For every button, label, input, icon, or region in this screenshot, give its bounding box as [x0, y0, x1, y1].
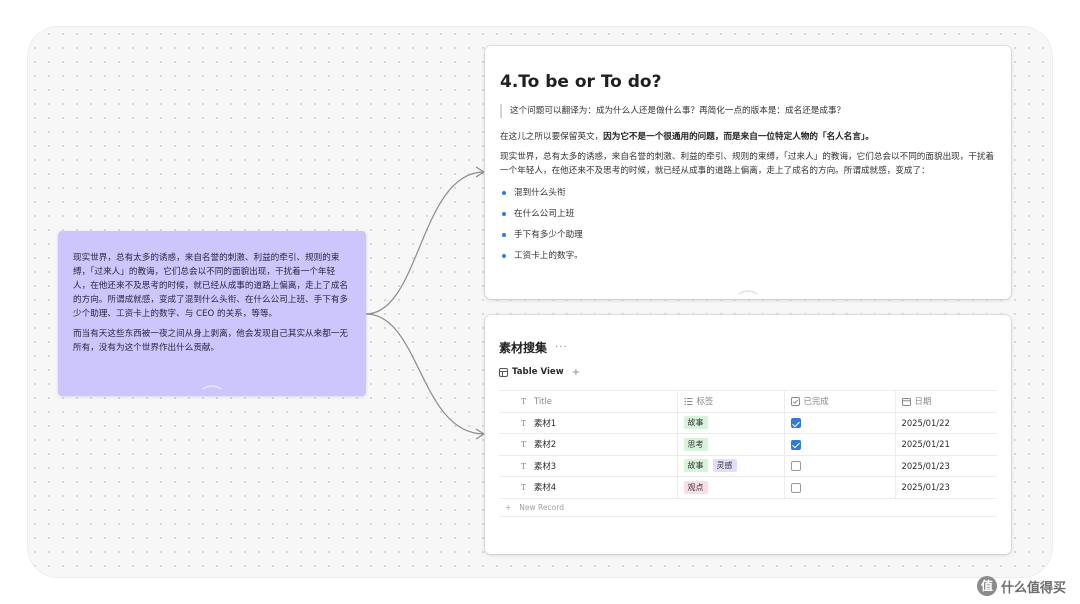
chevron-up-icon[interactable]	[738, 289, 758, 295]
new-record-label: New Record	[519, 502, 564, 512]
done-checkbox[interactable]	[790, 439, 801, 450]
table-row[interactable]: T 素材1 故事 2025/01/22	[499, 412, 997, 434]
column-header-tags[interactable]: 标签	[676, 390, 784, 413]
new-record-button[interactable]: + New Record	[499, 499, 997, 517]
column-header-title-label: Title	[534, 396, 552, 407]
done-checkbox[interactable]	[790, 461, 801, 471]
column-header-date[interactable]: 日期	[894, 390, 997, 413]
row-title[interactable]: 素材3	[534, 461, 556, 471]
watermark-text: 什么值得买	[1000, 580, 1066, 596]
text-icon: T	[520, 418, 527, 428]
database-title: 素材搜集	[499, 341, 548, 355]
column-header-date-label: 日期	[914, 396, 932, 407]
list-item: 混到什么头衔	[500, 186, 995, 200]
note-card[interactable]: 现实世界，总有太多的诱惑，来自名誉的刺激、利益的牵引、规则的束缚，「过来人」的教…	[58, 231, 366, 396]
text-icon: T	[520, 397, 527, 407]
plus-icon: +	[505, 502, 512, 512]
table-row[interactable]: T 素材2 思考 2025/01/21	[499, 433, 997, 456]
column-header-title[interactable]: T Title	[499, 390, 677, 413]
watermark: 值 什么值得买	[976, 576, 1066, 596]
row-title[interactable]: 素材4	[534, 482, 556, 492]
doc-bullet-list: 混到什么头衔 在什么公司上班 手下有多少个助理 工资卡上的数字。	[500, 186, 995, 263]
note-paragraph-1: 现实世界，总有太多的诱惑，来自名誉的刺激、利益的牵引、规则的束缚，「过来人」的教…	[73, 253, 349, 319]
row-title[interactable]: 素材1	[534, 418, 556, 428]
list-item: 在什么公司上班	[500, 207, 995, 221]
row-date[interactable]: 2025/01/23	[894, 476, 997, 499]
text-icon: T	[520, 483, 527, 493]
document-card[interactable]: 4.To be or To do? 这个问题可以翻译为：成为什么人还是做什么事？…	[485, 46, 1011, 299]
tab-table-view-label: Table View	[512, 367, 564, 377]
table-row[interactable]: T 素材3 故事 灵感 2025/01/23	[499, 455, 997, 477]
table-header-row: T Title 标签 已完成 日期	[499, 390, 997, 413]
note-paragraph-2: 而当有天这些东西被一夜之间从身上剥离，他会发现自己其实从来都一无所有，没有为这个…	[73, 329, 349, 353]
column-header-tags-label: 标签	[696, 396, 714, 407]
calendar-icon	[901, 398, 911, 407]
checkbox-icon	[790, 397, 800, 407]
text-icon: T	[520, 461, 527, 471]
doc-paragraph-1-bold: 因为它不是一个很通用的问题，而是来自一位特定人物的「名人名言」。	[603, 132, 874, 142]
row-date[interactable]: 2025/01/21	[894, 433, 997, 456]
done-checkbox[interactable]	[790, 418, 801, 428]
column-header-done-label: 已完成	[803, 396, 829, 407]
tag-badge[interactable]: 故事	[683, 416, 708, 430]
table-icon	[499, 367, 508, 377]
add-view-button[interactable]: +	[572, 367, 580, 378]
tag-badge[interactable]: 思考	[683, 437, 708, 451]
row-date[interactable]: 2025/01/22	[894, 412, 997, 434]
list-icon	[683, 397, 692, 406]
list-item: 手下有多少个助理	[500, 228, 995, 242]
doc-paragraph-1: 在这儿之所以要保留英文，因为它不是一个很通用的问题，而是来自一位特定人物的「名人…	[500, 130, 995, 144]
done-checkbox[interactable]	[790, 482, 801, 493]
tag-badge[interactable]: 故事	[683, 459, 708, 473]
more-options-icon[interactable]: ···	[555, 342, 568, 353]
row-date[interactable]: 2025/01/23	[894, 455, 997, 477]
database-table: T Title 标签 已完成 日期 T 素材1 故事 2025/01/22 T …	[499, 390, 997, 499]
doc-title: 4.To be or To do?	[500, 72, 662, 92]
doc-quote: 这个问题可以翻译为：成为什么人还是做什么事？再简化一点的版本是：成名还是成事？	[500, 104, 995, 118]
doc-paragraph-2: 现实世界，总有太多的诱惑，来自名誉的刺激、利益的牵引、规则的束缚，「过来人」的教…	[500, 152, 995, 176]
doc-paragraph-1-text: 在这儿之所以要保留英文，	[500, 132, 604, 142]
column-header-done[interactable]: 已完成	[783, 390, 895, 413]
database-card[interactable]: 素材搜集 ··· Table View + T Title 标签 已完成 日期 …	[485, 315, 1011, 554]
tab-table-view[interactable]: Table View	[499, 367, 564, 377]
table-row[interactable]: T 素材4 观点 2025/01/23	[499, 476, 997, 499]
row-title[interactable]: 素材2	[534, 439, 556, 449]
watermark-logo-icon: 值	[976, 576, 997, 596]
tag-badge[interactable]: 观点	[683, 480, 708, 494]
list-item: 工资卡上的数字。	[500, 249, 995, 263]
tag-badge[interactable]: 灵感	[712, 459, 737, 473]
text-icon: T	[520, 440, 527, 450]
chevron-up-icon[interactable]	[202, 384, 222, 390]
